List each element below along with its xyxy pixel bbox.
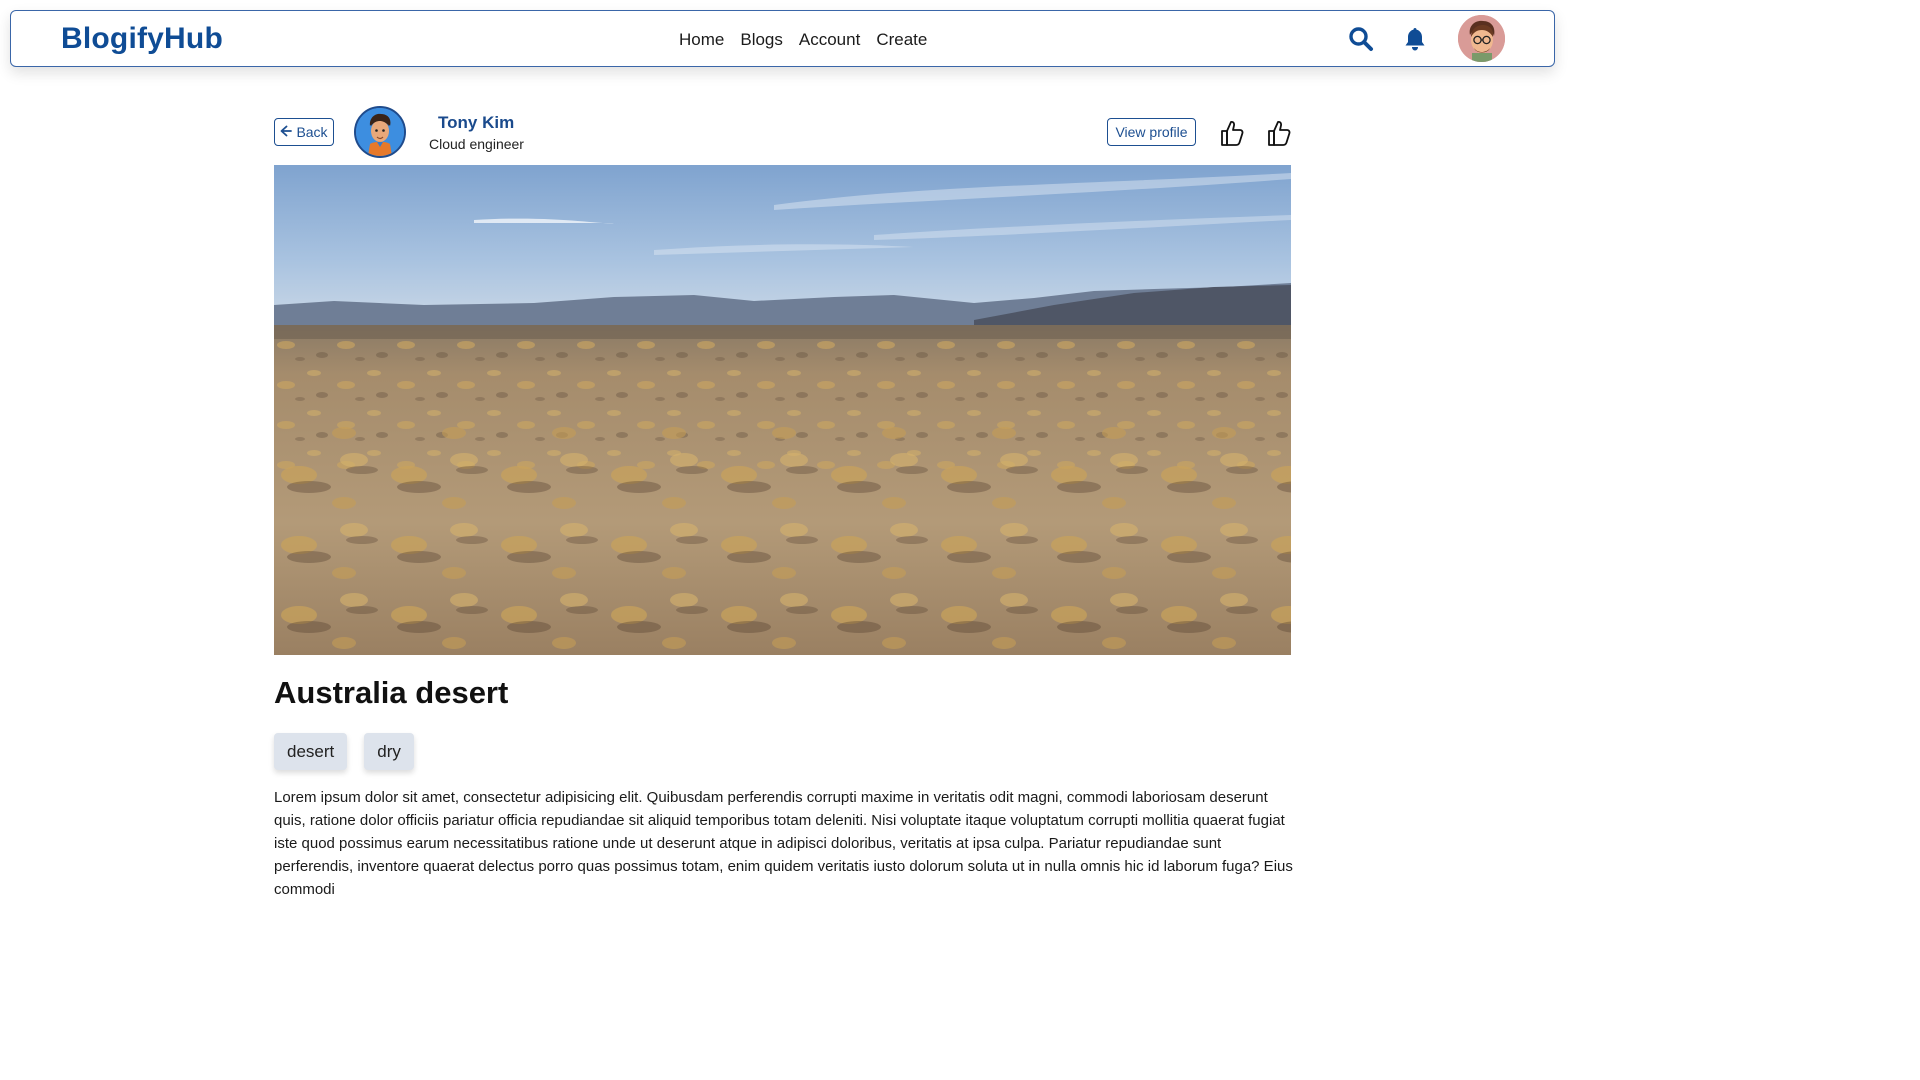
back-button-label: Back xyxy=(296,124,328,140)
top-navbar: BlogifyHub Home Blogs Account Create xyxy=(10,10,1555,67)
author-avatar[interactable] xyxy=(354,106,406,158)
thumbs-up-icon[interactable] xyxy=(1219,119,1245,152)
nav-link-blogs[interactable]: Blogs xyxy=(740,30,783,50)
nav-link-create[interactable]: Create xyxy=(876,30,927,50)
nav-link-home[interactable]: Home xyxy=(679,30,724,50)
nav-link-account[interactable]: Account xyxy=(799,30,860,50)
post-body-text: Lorem ipsum dolor sit amet, consectetur … xyxy=(274,789,1293,898)
tag-chip[interactable]: dry xyxy=(364,733,414,770)
search-icon[interactable] xyxy=(1348,26,1374,57)
view-profile-button[interactable]: View profile xyxy=(1107,118,1196,146)
nav-links: Home Blogs Account Create xyxy=(679,30,943,50)
user-avatar[interactable] xyxy=(1458,15,1505,62)
arrow-left-icon xyxy=(280,124,293,140)
tag-chip[interactable]: desert xyxy=(274,733,348,770)
post-cover-image xyxy=(274,165,1291,655)
tag-list: desert dry xyxy=(274,733,414,770)
bell-icon[interactable] xyxy=(1403,26,1427,57)
author-name[interactable]: Tony Kim xyxy=(438,113,514,133)
back-button[interactable]: Back xyxy=(274,118,334,146)
thumbs-up-icon[interactable] xyxy=(1266,119,1292,152)
post-title: Australia desert xyxy=(274,675,509,710)
brand-logo[interactable]: BlogifyHub xyxy=(61,22,223,56)
author-role: Cloud engineer xyxy=(429,136,524,152)
